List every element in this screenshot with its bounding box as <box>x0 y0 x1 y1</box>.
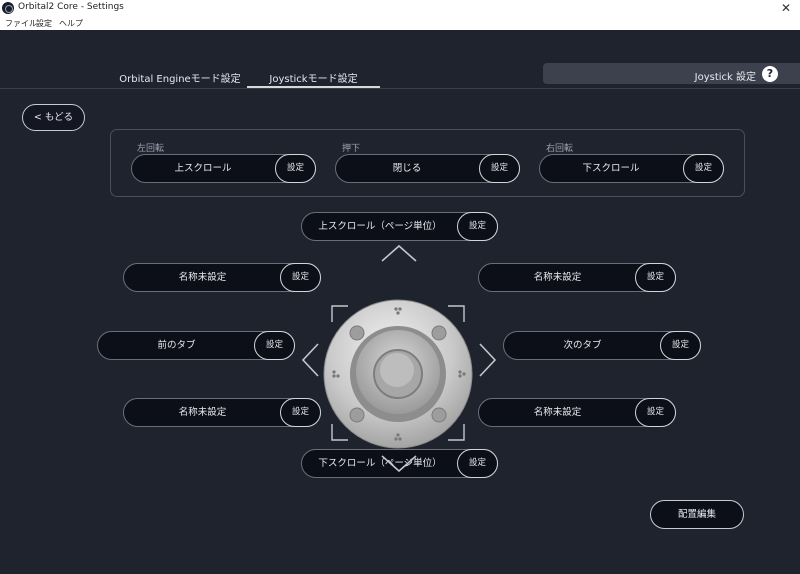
rotate-right-value: 下スクロール <box>582 163 640 174</box>
knob-hole-2 <box>431 325 447 341</box>
rotate-left-value: 上スクロール <box>174 163 232 174</box>
header-label: Joystick 設定 <box>694 72 756 83</box>
direction-left-set-button[interactable]: 設定 <box>254 331 295 360</box>
direction-up-set-button[interactable]: 設定 <box>457 212 498 241</box>
direction-up-action[interactable]: 上スクロール（ページ単位） 設定 <box>301 212 498 241</box>
press-value: 閉じる <box>392 163 422 174</box>
joystick-settings-header: Joystick 設定 ? <box>543 63 800 84</box>
rotate-right-caption: 右回転 <box>546 144 574 154</box>
direction-upper-right-action[interactable]: 名称未設定 設定 <box>478 263 676 292</box>
direction-left-action[interactable]: 前のタブ 設定 <box>97 331 295 360</box>
arrow-left-icon <box>301 343 319 377</box>
bracket-top-left <box>331 305 348 322</box>
press-set-button[interactable]: 設定 <box>479 154 520 183</box>
press-caption: 押下 <box>342 144 361 154</box>
rotate-left-action[interactable]: 上スクロール 設定 <box>131 154 316 183</box>
direction-right-set-button[interactable]: 設定 <box>660 331 701 360</box>
direction-lower-right-action[interactable]: 名称未設定 設定 <box>478 398 676 427</box>
menu-settings[interactable]: 設定 <box>36 18 52 29</box>
menu-help[interactable]: ヘルプ <box>59 18 83 29</box>
menu-bar: ファイル 設定 ヘルプ <box>0 16 800 30</box>
tab-orbital-engine[interactable]: Orbital Engineモード設定 <box>112 66 248 88</box>
direction-left-value: 前のタブ <box>157 340 196 351</box>
arrow-down-icon <box>381 455 417 472</box>
tab-divider <box>0 88 800 89</box>
rotate-left-caption: 左回転 <box>137 144 165 154</box>
direction-right-value: 次のタブ <box>563 340 602 351</box>
direction-lower-right-set-button[interactable]: 設定 <box>635 398 676 427</box>
arrow-up-icon <box>381 244 417 262</box>
direction-upper-right-set-button[interactable]: 設定 <box>635 263 676 292</box>
tab-joystick[interactable]: Joystickモード設定 <box>247 66 380 88</box>
arrow-right-icon <box>479 343 497 377</box>
title-bar: Orbital2 Core - Settings ✕ <box>0 0 800 16</box>
rotate-left-set-button[interactable]: 設定 <box>275 154 316 183</box>
rotate-right-action[interactable]: 下スクロール 設定 <box>539 154 724 183</box>
knob-center-top <box>380 353 414 387</box>
knob-hole-1 <box>349 325 365 341</box>
press-action[interactable]: 閉じる 設定 <box>335 154 520 183</box>
direction-lower-left-action[interactable]: 名称未設定 設定 <box>123 398 321 427</box>
bracket-top-right <box>448 305 465 322</box>
layout-edit-button[interactable]: 配置編集 <box>650 500 744 529</box>
joystick-knob-image <box>301 244 497 472</box>
window-title: Orbital2 Core - Settings <box>18 2 124 12</box>
rotate-right-set-button[interactable]: 設定 <box>683 154 724 183</box>
direction-upper-left-action[interactable]: 名称未設定 設定 <box>123 263 321 292</box>
app-icon <box>2 2 14 14</box>
direction-lower-left-value: 名称未設定 <box>178 407 227 418</box>
main-area: Orbital Engineモード設定 Joystickモード設定 Joysti… <box>0 30 800 574</box>
menu-file[interactable]: ファイル <box>5 18 37 29</box>
help-icon[interactable]: ? <box>762 66 778 82</box>
knob-hole-3 <box>349 407 365 423</box>
direction-right-action[interactable]: 次のタブ 設定 <box>503 331 701 360</box>
direction-upper-left-value: 名称未設定 <box>178 272 227 283</box>
back-button[interactable]: < もどる <box>22 104 85 131</box>
direction-up-value: 上スクロール（ページ単位） <box>318 221 442 232</box>
knob-hole-4 <box>431 407 447 423</box>
close-button[interactable]: ✕ <box>776 0 796 16</box>
direction-upper-right-value: 名称未設定 <box>533 272 582 283</box>
direction-lower-right-value: 名称未設定 <box>533 407 582 418</box>
